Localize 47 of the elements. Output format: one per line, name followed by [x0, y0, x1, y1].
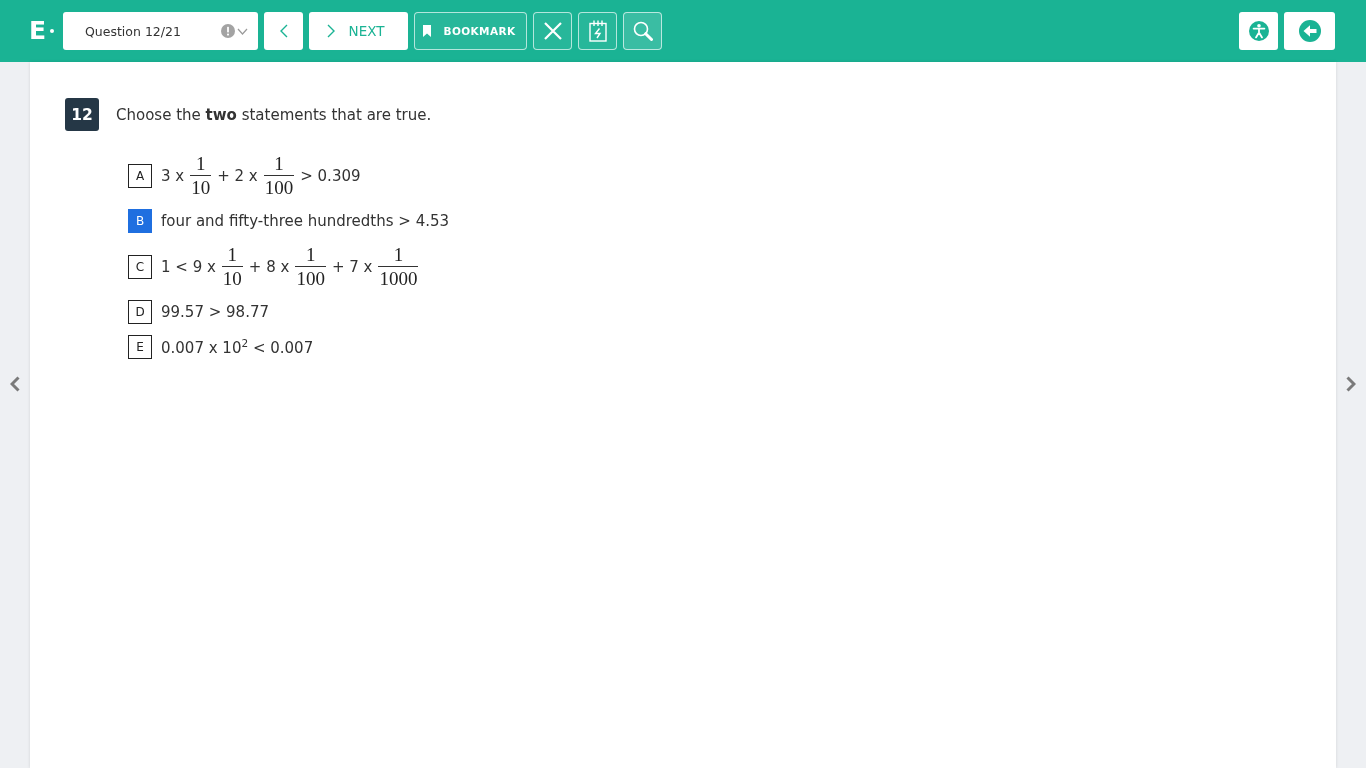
accessibility-button[interactable]: [1239, 12, 1278, 50]
previous-button[interactable]: [264, 12, 303, 50]
search-icon: [632, 21, 653, 41]
chevron-down-icon: [237, 27, 248, 35]
fraction-denominator: 1000: [378, 268, 419, 289]
option-letter[interactable]: E: [128, 335, 152, 359]
close-icon: [543, 22, 562, 40]
chevron-left-icon: [279, 24, 288, 38]
fraction-numerator: 1: [226, 244, 239, 265]
option-letter[interactable]: B: [128, 209, 152, 233]
statement-text: + 8 x: [248, 257, 290, 276]
notepad-button[interactable]: [578, 12, 617, 50]
statement-text: + 7 x: [331, 257, 373, 276]
logo: E: [29, 16, 47, 46]
option-letter[interactable]: D: [128, 300, 152, 324]
chevron-left-icon[interactable]: [10, 376, 20, 392]
logo-dot-icon: [50, 29, 55, 33]
exit-button[interactable]: [1284, 12, 1335, 50]
option-letter[interactable]: A: [128, 163, 152, 188]
statement-text: 99.57 > 98.77: [161, 303, 269, 321]
fraction-denominator: 100: [295, 268, 326, 289]
statement-text: > 0.309: [300, 166, 361, 185]
chevron-right-icon: [326, 24, 335, 38]
question-number: 12: [65, 98, 99, 131]
notepad-icon: [588, 20, 607, 42]
arrow-left-circle-icon: [1298, 20, 1321, 42]
exclamation-icon: [221, 24, 235, 38]
statement-text: 0.007 x 10$^{2}$ < 0.007: [161, 337, 314, 357]
question-dropdown[interactable]: Question 12/21: [63, 12, 258, 50]
fraction-denominator: 10: [190, 177, 212, 198]
fraction-numerator: 1: [304, 244, 317, 265]
statement-text: + 2 x: [217, 166, 258, 185]
fraction-numerator: 1: [194, 153, 207, 174]
close-button[interactable]: [533, 12, 572, 50]
question-prompt: Choose the two statements that are true.: [116, 105, 432, 124]
fraction-numerator: 1: [273, 153, 285, 174]
bookmark-icon: [421, 25, 432, 37]
search-button[interactable]: [623, 12, 662, 50]
statement-text: 3 x: [161, 166, 185, 185]
statement-text: four and fifty-three hundredths > 4.53: [161, 212, 450, 230]
fraction-numerator: 1: [392, 244, 405, 265]
fraction-denominator: 10: [221, 268, 243, 289]
option-letter[interactable]: C: [128, 254, 152, 279]
chevron-right-icon[interactable]: [1346, 376, 1356, 392]
accessibility-icon: [1248, 21, 1269, 41]
statement-text: 1 < 9 x: [161, 257, 216, 276]
fraction-denominator: 100: [263, 177, 295, 198]
